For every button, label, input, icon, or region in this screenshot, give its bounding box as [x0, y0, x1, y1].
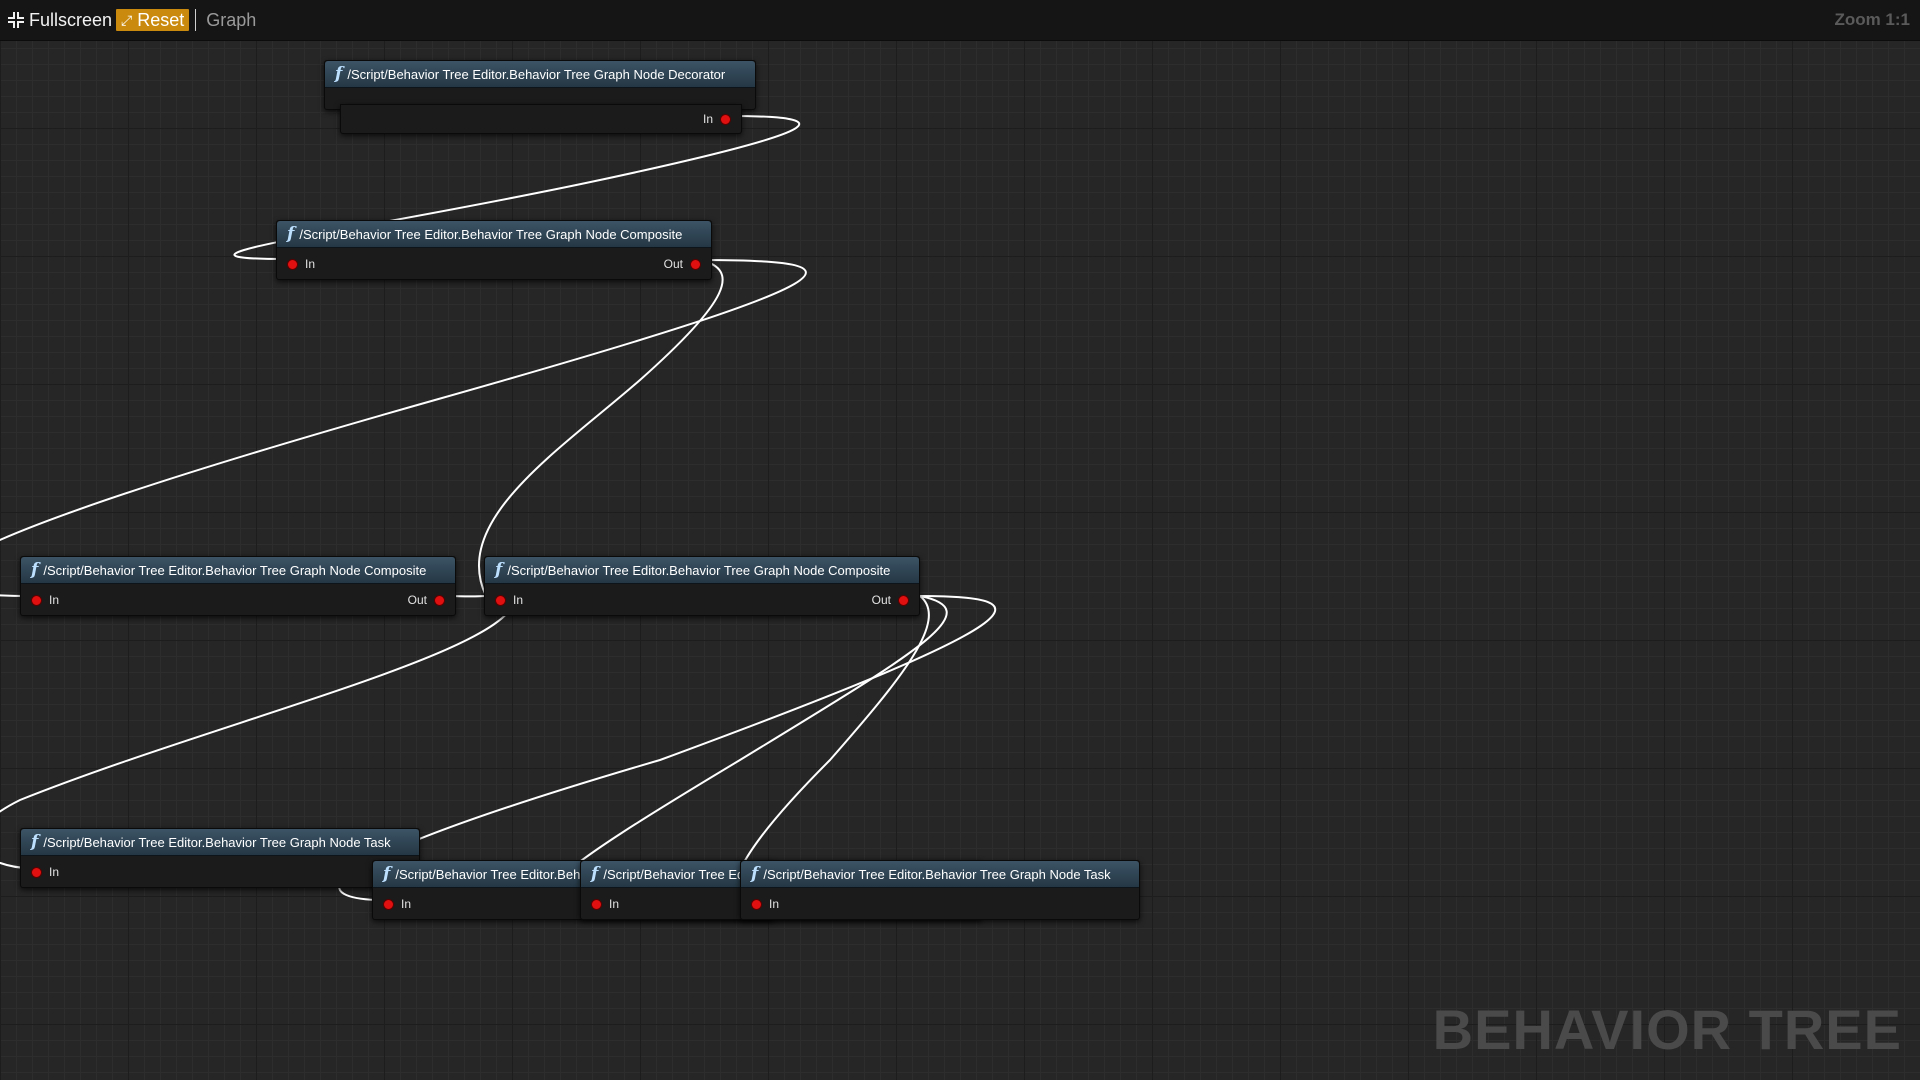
composite-top-out-pin[interactable]: Out — [664, 257, 701, 271]
function-icon: f — [287, 224, 295, 244]
decorator-node[interactable]: f /Script/Behavior Tree Editor.Behavior … — [324, 60, 756, 110]
task-4-in-pin[interactable]: In — [751, 897, 779, 911]
function-icon: f — [31, 832, 39, 852]
node-title: /Script/Behavior Tree Editor.Behavior Tr… — [507, 562, 891, 578]
composite-left-out-pin[interactable]: Out — [408, 593, 445, 607]
fullscreen-label: Fullscreen — [29, 9, 113, 30]
fullscreen-button[interactable]: Fullscreen — [8, 8, 112, 32]
toolbar-divider — [195, 9, 197, 31]
pin-dot — [591, 898, 602, 910]
pin-label: In — [513, 593, 524, 607]
task-2-in-pin[interactable]: In — [383, 897, 411, 911]
task-node-4[interactable]: f /Script/Behavior Tree Editor.Behavior … — [740, 860, 1140, 920]
pin-dot — [898, 594, 909, 606]
node-title: /Script/Behavior Tree Editor.Behavior Tr… — [43, 834, 391, 850]
node-title: /Script/Behavior Tree Editor.Behavior Tr… — [347, 66, 726, 82]
pin-dot — [31, 866, 42, 878]
pin-dot — [31, 594, 42, 606]
zoom-level: Zoom 1:1 — [1834, 10, 1910, 29]
node-header: f /Script/Behavior Tree Editor.Behavior … — [21, 557, 455, 584]
composite-mid-out-pin[interactable]: Out — [872, 593, 909, 607]
pin-label: In — [702, 112, 713, 126]
node-title: /Script/Behavior Tree Editor.Behavior Tr… — [43, 562, 427, 578]
node-header: f /Script/Behavior Tree Editor.Behavior … — [21, 829, 419, 856]
reset-button[interactable]: ⤢ Reset — [116, 9, 190, 31]
decorator-in-pin[interactable]: In — [703, 112, 731, 126]
composite-mid-node[interactable]: f /Script/Behavior Tree Editor.Behavior … — [484, 556, 920, 616]
reset-label: Reset — [137, 9, 185, 30]
pin-label: In — [49, 593, 60, 607]
pin-dot — [690, 258, 701, 270]
pin-label: Out — [871, 593, 891, 607]
function-icon: f — [335, 64, 343, 84]
node-title: /Script/Behavior Tree Editor.Behavior Tr… — [763, 866, 1111, 882]
pin-dot — [383, 898, 394, 910]
pin-dot — [751, 898, 762, 910]
toolbar: Fullscreen ⤢ Reset Graph Zoom 1:1 — [0, 0, 1920, 41]
fullscreen-icon — [8, 12, 24, 28]
pin-dot — [720, 113, 731, 125]
node-header: f /Script/Behavior Tree Editor.Behavior … — [485, 557, 919, 584]
decorator-node-body[interactable]: In — [340, 104, 742, 134]
composite-top-node[interactable]: f /Script/Behavior Tree Editor.Behavior … — [276, 220, 712, 280]
reset-icon: ⤢ — [121, 11, 133, 28]
pin-label: Out — [663, 257, 683, 271]
pin-label: In — [49, 865, 60, 879]
composite-left-in-pin[interactable]: In — [31, 593, 59, 607]
pin-label: In — [305, 257, 316, 271]
node-header: f /Script/Behavior Tree Editor.Behavior … — [325, 61, 755, 88]
graph-type-watermark: BEHAVIOR TREE — [1432, 998, 1902, 1061]
function-icon: f — [751, 864, 759, 884]
pin-label: In — [769, 897, 780, 911]
function-icon: f — [495, 560, 503, 580]
task-node-1[interactable]: f /Script/Behavior Tree Editor.Behavior … — [20, 828, 420, 888]
pin-label: In — [609, 897, 620, 911]
task-3-in-pin[interactable]: In — [591, 897, 619, 911]
composite-left-node[interactable]: f /Script/Behavior Tree Editor.Behavior … — [20, 556, 456, 616]
pin-label: Out — [407, 593, 427, 607]
node-header: f /Script/Behavior Tree Editor.Behavior … — [277, 221, 711, 248]
graph-label: Graph — [206, 9, 257, 30]
pin-dot — [495, 594, 506, 606]
task-1-in-pin[interactable]: In — [31, 865, 59, 879]
node-header: f /Script/Behavior Tree Editor.Behavior … — [741, 861, 1139, 888]
pin-label: In — [401, 897, 412, 911]
function-icon: f — [383, 864, 391, 884]
composite-mid-in-pin[interactable]: In — [495, 593, 523, 607]
composite-top-in-pin[interactable]: In — [287, 257, 315, 271]
node-title: /Script/Behavior Tree Editor.Behavior Tr… — [299, 226, 683, 242]
function-icon: f — [591, 864, 599, 884]
pin-dot — [434, 594, 445, 606]
function-icon: f — [31, 560, 39, 580]
pin-dot — [287, 258, 298, 270]
